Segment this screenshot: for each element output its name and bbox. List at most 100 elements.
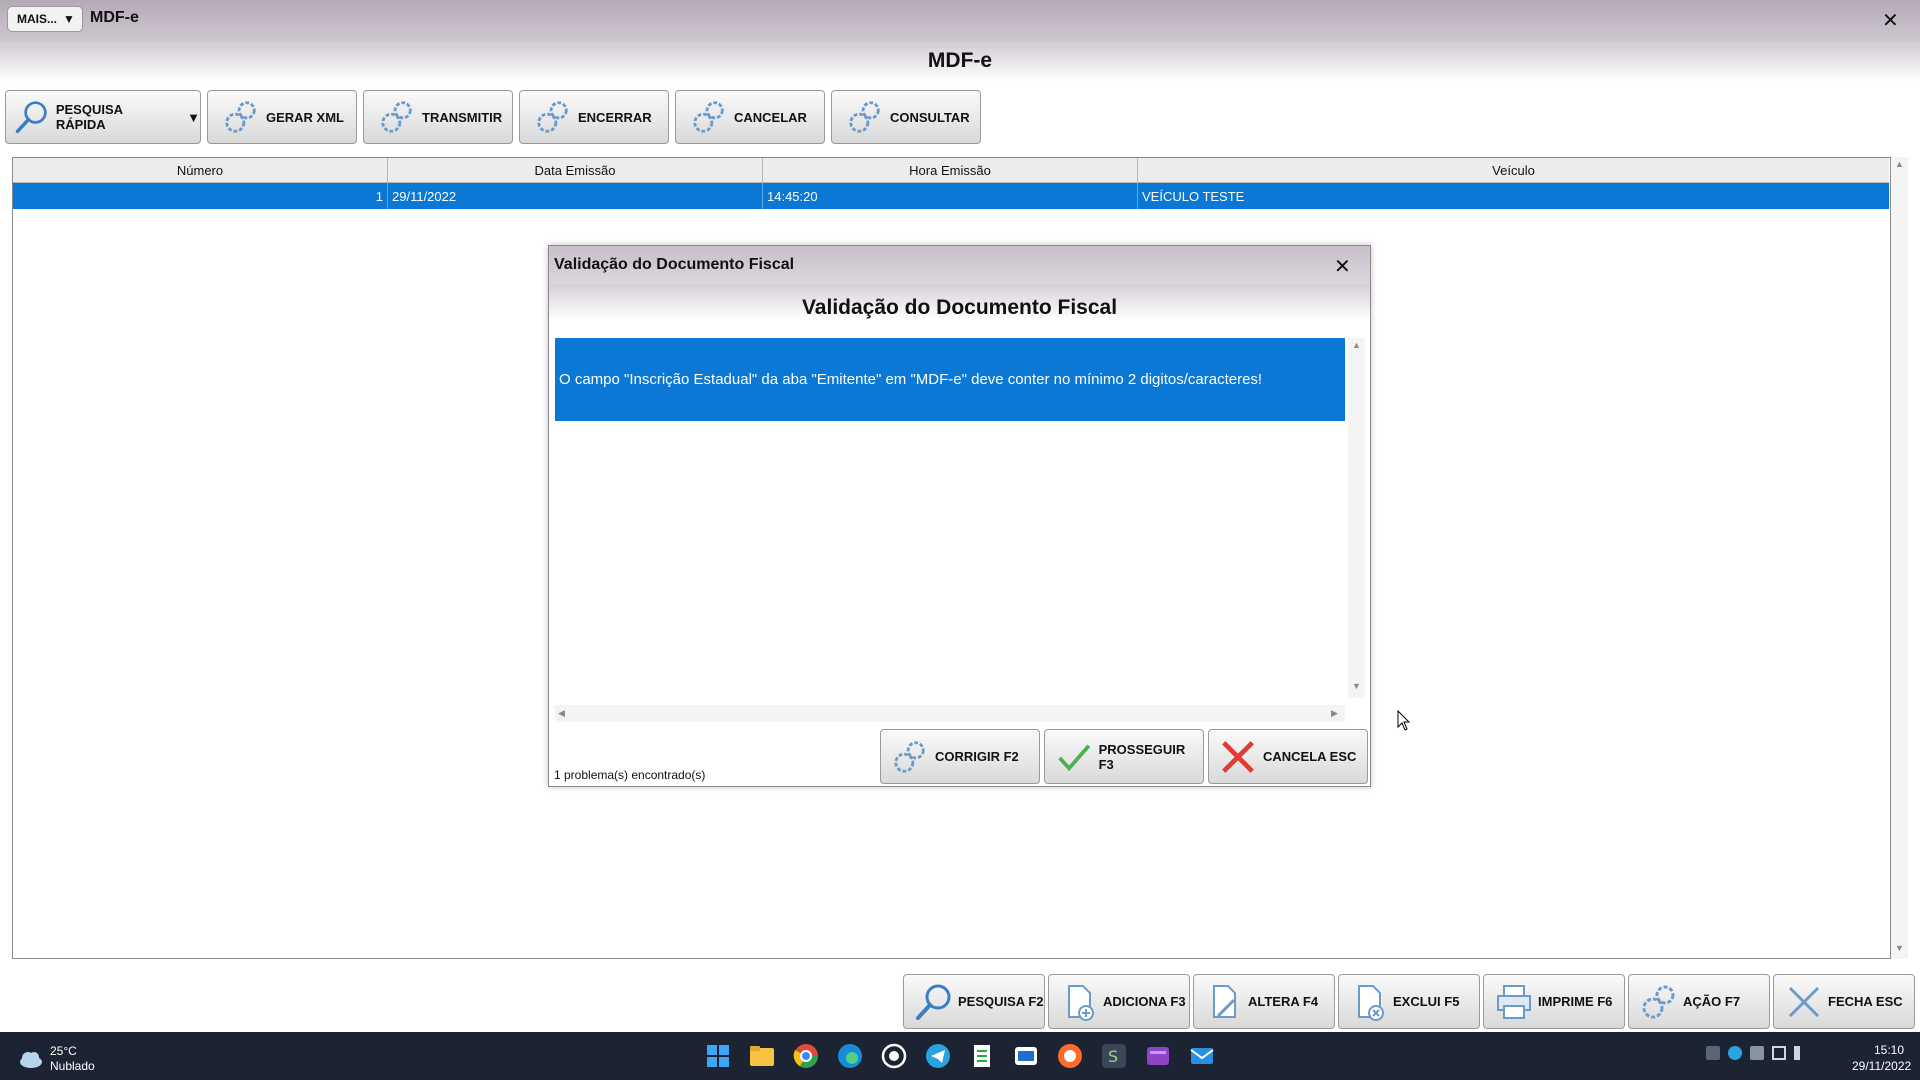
video-app-icon[interactable]	[1144, 1042, 1172, 1070]
clock-date: 29/11/2022	[1852, 1059, 1912, 1073]
column-header[interactable]: Número	[13, 158, 388, 182]
search-f2-button[interactable]: PESQUISA F2	[903, 974, 1045, 1029]
column-header[interactable]: Veículo	[1138, 158, 1889, 182]
transmit-label: TRANSMITIR	[422, 109, 503, 125]
quick-search-button[interactable]: PESQUISA RÁPIDA ▼	[5, 90, 201, 144]
action-f7-button[interactable]: AÇÃO F7	[1628, 974, 1770, 1029]
checkmark-icon	[1058, 743, 1091, 771]
cloud-icon	[20, 1052, 42, 1068]
search-icon	[916, 984, 951, 1020]
grid-header: Número Data Emissão Hora Emissão Veículo	[13, 158, 1889, 183]
svg-text:S: S	[1108, 1047, 1118, 1066]
dialog-title: Validação do Documento Fiscal	[554, 256, 795, 273]
query-label: CONSULTAR	[890, 109, 970, 125]
printer-icon	[1497, 984, 1531, 1019]
transmit-button[interactable]: TRANSMITIR	[363, 90, 513, 144]
validation-message: O campo "Inscrição Estadual" da aba "Emi…	[559, 371, 1263, 388]
dialog-heading: Validação do Documento Fiscal	[801, 296, 1118, 319]
weather-condition: Nublado	[50, 1059, 95, 1073]
gear-icon	[225, 101, 256, 133]
close-mdfe-label: ENCERRAR	[578, 109, 652, 125]
delete-f5-button[interactable]: EXCLUI F5	[1338, 974, 1480, 1029]
window-titlebar	[0, 0, 1920, 42]
cell-hora: 14:45:20	[763, 183, 1138, 209]
scroll-right-icon[interactable]: ▶	[1331, 708, 1338, 719]
windows-taskbar	[0, 1032, 1920, 1080]
gear-icon	[381, 101, 412, 133]
cell-numero: 1	[13, 183, 388, 209]
red-x-icon	[1222, 740, 1254, 773]
windows-start-icon[interactable]	[704, 1042, 732, 1070]
taskbar-clock[interactable]: 15:10 29/11/2022	[1852, 1042, 1912, 1074]
file-explorer-icon[interactable]	[748, 1042, 776, 1070]
monitor-icon[interactable]	[1772, 1046, 1786, 1060]
proceed-label: PROSSEGUIR F3	[1098, 741, 1186, 772]
search-f2-label: PESQUISA F2	[958, 994, 1044, 1009]
erp-app-icon[interactable]: S	[1100, 1042, 1128, 1070]
network-icon[interactable]	[1706, 1046, 1720, 1060]
correct-button[interactable]: CORRIGIR F2	[880, 729, 1040, 784]
gear-icon	[849, 101, 880, 133]
list-item[interactable]: O campo "Inscrição Estadual" da aba "Emi…	[555, 338, 1345, 421]
dialog-horizontal-scrollbar[interactable]: ◀ ▶	[555, 705, 1345, 722]
print-f6-button[interactable]: IMPRIME F6	[1483, 974, 1625, 1029]
table-row[interactable]: 1 29/11/2022 14:45:20 VEÍCULO TESTE	[13, 183, 1889, 209]
outlook-icon[interactable]	[1012, 1042, 1040, 1070]
query-button[interactable]: CONSULTAR	[831, 90, 981, 144]
edit-f4-label: ALTERA F4	[1248, 994, 1319, 1009]
browser-icon[interactable]	[1056, 1042, 1084, 1070]
generate-xml-button[interactable]: GERAR XML	[207, 90, 357, 144]
mais-dropdown-button[interactable]: MAIS... ▼	[7, 6, 83, 32]
grid-vertical-scrollbar[interactable]: ▲ ▼	[1891, 157, 1908, 959]
cancel-button[interactable]: CANCELA ESC	[1208, 729, 1368, 784]
edit-document-icon	[1213, 984, 1236, 1018]
mail-app-icon[interactable]	[1188, 1042, 1216, 1070]
chrome-icon[interactable]	[792, 1042, 820, 1070]
delete-document-icon	[1358, 984, 1384, 1021]
close-icon[interactable]: ✕	[1334, 254, 1351, 279]
action-f7-label: AÇÃO F7	[1683, 994, 1741, 1009]
gear-icon	[537, 101, 568, 133]
search-icon	[15, 101, 47, 134]
clock-time: 15:10	[1873, 1043, 1904, 1057]
temperature: 25°C	[50, 1044, 77, 1058]
window-title: MDF-e	[90, 9, 139, 26]
scroll-left-icon[interactable]: ◀	[558, 708, 565, 719]
edge-icon[interactable]	[836, 1042, 864, 1070]
correct-label: CORRIGIR F2	[935, 749, 1019, 764]
mouse-cursor-icon	[1397, 710, 1411, 731]
add-f3-button[interactable]: ADICIONA F3	[1048, 974, 1190, 1029]
column-header[interactable]: Data Emissão	[388, 158, 763, 182]
scroll-up-icon[interactable]: ▲	[1895, 159, 1904, 169]
module-title: MDF-e	[927, 49, 993, 72]
delete-f5-label: EXCLUI F5	[1393, 994, 1460, 1009]
chevron-down-icon[interactable]: ▼	[187, 110, 200, 125]
weather-widget[interactable]: 25°C Nublado	[18, 1044, 95, 1074]
close-mdfe-button[interactable]: ENCERRAR	[519, 90, 669, 144]
spreadsheet-icon[interactable]	[968, 1042, 996, 1070]
scroll-down-icon[interactable]: ▼	[1895, 943, 1904, 953]
edit-f4-button[interactable]: ALTERA F4	[1193, 974, 1335, 1029]
scroll-up-icon[interactable]: ▲	[1352, 340, 1361, 350]
system-tray[interactable]	[1706, 1046, 1808, 1060]
proceed-button[interactable]: PROSSEGUIR F3	[1044, 729, 1204, 784]
close-icon[interactable]: ✕	[1882, 8, 1899, 33]
usb-icon[interactable]	[1750, 1046, 1764, 1060]
cancel-mdfe-button[interactable]: CANCELAR	[675, 90, 825, 144]
close-icon	[1788, 986, 1820, 1017]
close-esc-button[interactable]: FECHA ESC	[1773, 974, 1915, 1029]
column-header[interactable]: Hora Emissão	[763, 158, 1138, 182]
gear-icon	[1642, 985, 1675, 1018]
generate-xml-label: GERAR XML	[266, 109, 344, 125]
gear-icon	[693, 101, 724, 133]
security-icon[interactable]	[1728, 1046, 1742, 1060]
volume-icon[interactable]	[1794, 1046, 1808, 1060]
chevron-down-icon: ▼	[63, 12, 75, 26]
whatsapp-icon[interactable]	[880, 1042, 908, 1070]
validation-dialog: Validação do Documento Fiscal ✕ Validaçã…	[548, 245, 1371, 787]
scroll-down-icon[interactable]: ▼	[1352, 681, 1361, 691]
mais-label: MAIS...	[17, 12, 58, 26]
problems-count: 1 problema(s) encontrado(s)	[554, 768, 706, 782]
telegram-icon[interactable]	[924, 1042, 952, 1070]
dialog-vertical-scrollbar[interactable]: ▲ ▼	[1348, 338, 1365, 698]
